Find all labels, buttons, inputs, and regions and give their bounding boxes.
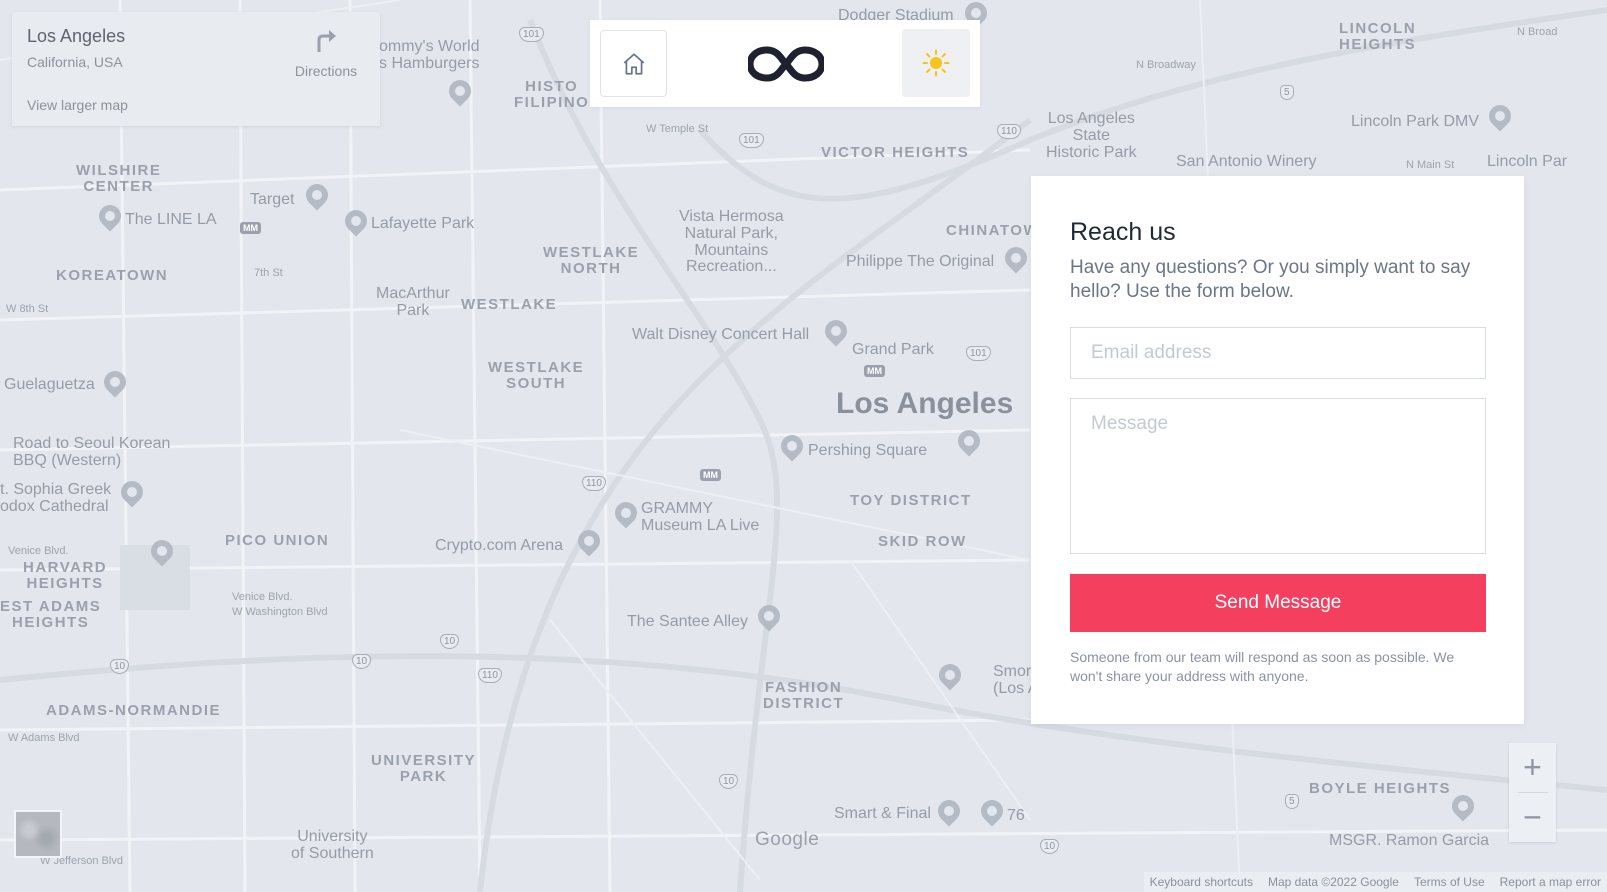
map-street-label: N Main St <box>1406 159 1455 171</box>
highway-shield: 101 <box>739 133 764 148</box>
highway-shield: 5 <box>1285 794 1299 809</box>
home-icon <box>623 52 644 75</box>
map-hood-label: WESTLAKE <box>461 296 558 313</box>
map-poi-label[interactable]: 76 <box>1007 807 1025 825</box>
sun-icon <box>922 49 950 77</box>
satellite-layer-toggle[interactable] <box>14 810 62 858</box>
zoom-controls: + − <box>1509 743 1556 842</box>
top-nav <box>590 20 980 107</box>
map-hood-label: VICTOR HEIGHTS <box>821 144 970 161</box>
highway-shield: 110 <box>997 124 1021 139</box>
map-poi-label[interactable]: Vista Hermosa Natural Park, Mountains Recre… <box>679 208 784 276</box>
map-data-text: Map data ©2022 Google <box>1268 875 1399 889</box>
map-hood-label: WILSHIRE CENTER <box>76 162 162 195</box>
map-card-place: Los Angeles <box>27 26 126 46</box>
map-street-label: Venice Blvd. <box>8 545 69 557</box>
map-info-card: Los Angeles California, USA Directions V… <box>12 12 380 126</box>
map-hood-label: WESTLAKE SOUTH <box>488 359 585 392</box>
google-logo: Google <box>755 829 820 850</box>
map-hood-label: EST ADAMS HEIGHTS <box>0 598 102 631</box>
zoom-in-button[interactable]: + <box>1509 743 1556 792</box>
highway-shield: 110 <box>582 476 606 491</box>
contact-subtitle: Have any questions? Or you simply want t… <box>1070 257 1471 302</box>
keyboard-shortcuts-link[interactable]: Keyboard shortcuts <box>1150 875 1253 889</box>
metro-icon: MM <box>864 365 885 377</box>
metro-icon: MM <box>240 222 261 234</box>
map-poi-label[interactable]: Road to Seoul Korean BBQ (Western) <box>13 435 170 470</box>
map-poi-label[interactable]: Philippe The Original <box>846 253 994 271</box>
map-street-label: 7th St <box>254 267 283 279</box>
map-poi-label[interactable]: GRAMMY Museum LA Live <box>641 500 759 535</box>
map-poi-label[interactable]: Smart & Final <box>834 805 931 823</box>
map-poi-label[interactable]: Lafayette Park <box>371 215 474 233</box>
map-hood-label: FASHION DISTRICT <box>763 679 845 712</box>
map-street-label: N Broad <box>1517 26 1558 38</box>
metro-icon: MM <box>700 469 721 481</box>
map-poi-label[interactable]: Lincoln Park DMV <box>1351 113 1479 131</box>
map-attribution: Keyboard shortcuts Map data ©2022 Google… <box>1143 872 1607 892</box>
contact-card: Reach us Have any questions? Or you simp… <box>1031 176 1524 724</box>
infinity-logo[interactable] <box>748 44 824 84</box>
map-poi-label[interactable]: Walt Disney Concert Hall <box>632 326 809 344</box>
directions-label: Directions <box>294 63 358 79</box>
directions-button[interactable]: Directions <box>291 28 361 79</box>
map-poi-label[interactable]: Los Angeles State Historic Park <box>1046 110 1137 161</box>
map-hood-label: UNIVERSITY PARK <box>371 752 477 785</box>
map-poi-label[interactable]: Target <box>250 191 294 209</box>
map-poi-label[interactable]: Crypto.com Arena <box>435 537 563 555</box>
map-street-label: W Washington Blvd <box>232 606 328 618</box>
map-hood-label: LINCOLN HEIGHTS <box>1339 20 1417 53</box>
highway-shield: 101 <box>519 27 544 42</box>
map-hood-label: WESTLAKE NORTH <box>543 244 640 277</box>
map-poi-label[interactable]: MacArthur Park <box>376 285 450 320</box>
home-button[interactable] <box>600 30 667 97</box>
map-street-label: W Temple St <box>646 123 709 135</box>
map-poi-label[interactable]: Pershing Square <box>808 442 927 460</box>
map-city-label: Los Angeles <box>836 387 1014 420</box>
report-error-link[interactable]: Report a map error <box>1500 875 1601 889</box>
map-hood-label: KOREATOWN <box>56 267 169 284</box>
highway-shield: 101 <box>966 346 991 361</box>
message-field[interactable] <box>1070 398 1486 554</box>
map-hood-label: CHINATOW <box>946 222 1040 239</box>
terms-link[interactable]: Terms of Use <box>1414 875 1485 889</box>
map-poi-label[interactable]: San Antonio Winery <box>1176 153 1317 171</box>
map-street-label: W Adams Blvd <box>8 732 80 744</box>
theme-toggle-button[interactable] <box>902 29 970 97</box>
directions-icon <box>317 30 336 52</box>
map-hood-label: SKID ROW <box>878 533 967 550</box>
contact-note: Someone from our team will respond as so… <box>1070 649 1455 684</box>
map-card-address: California, USA <box>27 54 123 70</box>
map-hood-label: ADAMS-NORMANDIE <box>46 702 221 719</box>
map-poi-label[interactable]: The Santee Alley <box>627 613 748 631</box>
map-hood-label: HARVARD HEIGHTS <box>23 559 108 592</box>
map-poi-label[interactable]: ommy's World s Hamburgers <box>379 38 480 73</box>
highway-shield: 110 <box>478 668 502 683</box>
map-poi-label[interactable]: University of Southern <box>291 828 374 863</box>
map-poi-label[interactable]: t. Sophia Greek odox Cathedral <box>0 481 111 516</box>
map-poi-label[interactable]: Guelaguetza <box>4 376 95 394</box>
map-hood-label: PICO UNION <box>225 532 330 549</box>
email-field[interactable] <box>1070 327 1486 379</box>
send-message-button[interactable]: Send Message <box>1070 574 1486 632</box>
map-street-label: Venice Blvd. <box>232 591 293 603</box>
map-hood-label: HISTO FILIPINO <box>514 78 590 111</box>
map-poi-label[interactable]: Lincoln Par <box>1487 153 1567 171</box>
map-hood-label: BOYLE HEIGHTS <box>1309 780 1452 797</box>
contact-title: Reach us <box>1070 218 1176 246</box>
view-larger-map-link[interactable]: View larger map <box>27 97 128 113</box>
map-poi-label[interactable]: MSGR. Ramon Garcia <box>1329 832 1489 850</box>
zoom-out-button[interactable]: − <box>1509 793 1556 842</box>
map-poi-label[interactable]: Grand Park <box>852 341 934 359</box>
map-poi-label[interactable]: The LINE LA <box>125 211 217 229</box>
map-hood-label: TOY DISTRICT <box>850 492 972 509</box>
highway-shield: 5 <box>1280 85 1294 100</box>
map-street-label: N Broadway <box>1136 59 1196 71</box>
map-street-label: W 8th St <box>6 303 49 315</box>
